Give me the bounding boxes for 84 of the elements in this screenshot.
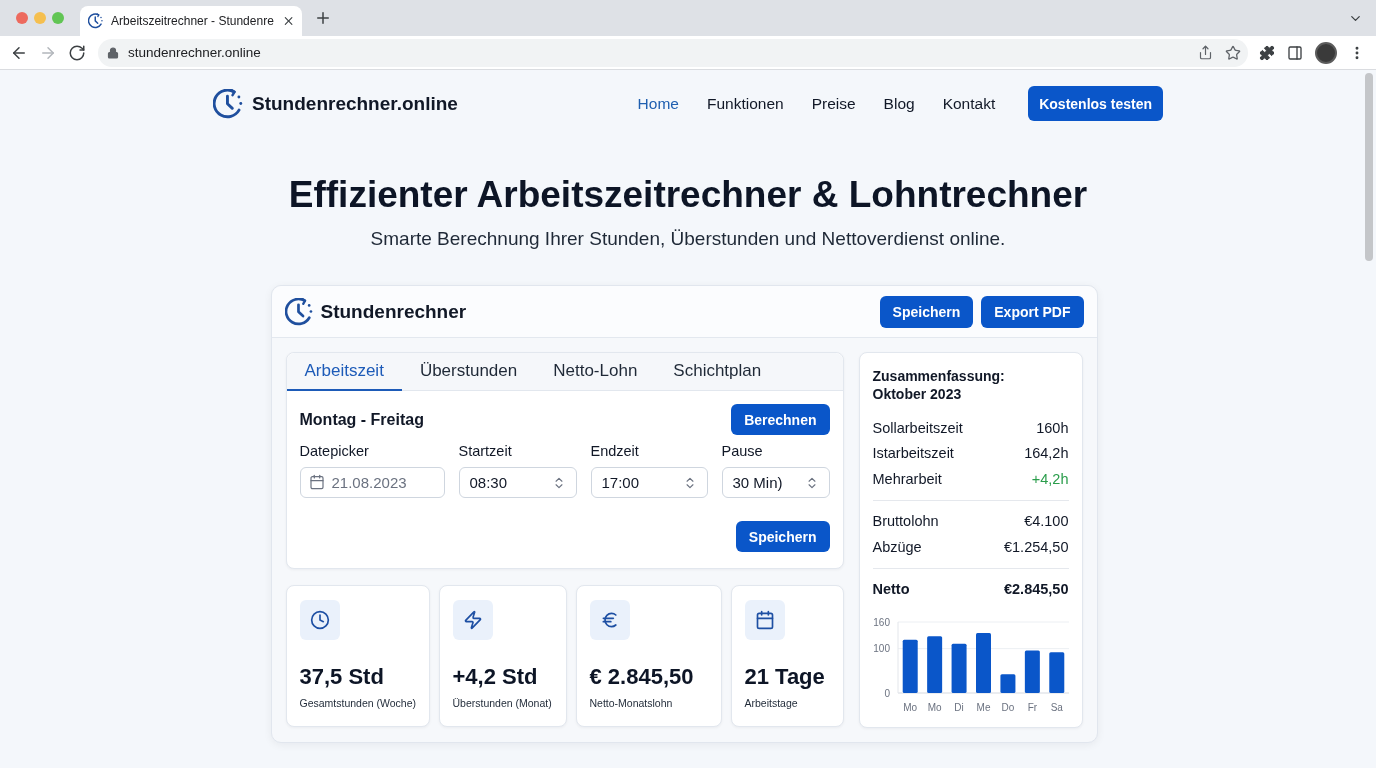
total-value: €2.845,50 bbox=[1004, 581, 1069, 598]
axis-tick-label: Fr bbox=[1027, 702, 1037, 713]
nav-link[interactable]: Home bbox=[637, 94, 679, 113]
calendar-icon bbox=[744, 600, 785, 640]
brand-name: Stundenrechner.online bbox=[252, 92, 458, 115]
stat-value: 21 Tage bbox=[744, 664, 826, 690]
browser-tab[interactable]: Arbeitszeitrechner - Stundenre bbox=[80, 6, 302, 36]
axis-tick-label: Me bbox=[976, 702, 990, 713]
avatar-icon[interactable] bbox=[1315, 41, 1337, 64]
stat-label: Netto-Monatslohn bbox=[589, 696, 674, 710]
cta-button[interactable]: Kostenlos testen bbox=[1028, 86, 1163, 121]
reload-icon[interactable] bbox=[68, 43, 86, 62]
tab[interactable]: Netto-Lohn bbox=[535, 353, 656, 391]
clock-logo-icon bbox=[213, 88, 243, 119]
field-label: Pause bbox=[721, 443, 764, 460]
summary-label: Abzüge bbox=[872, 538, 922, 555]
stat-label: Gesamtstunden (Woche) bbox=[299, 696, 416, 710]
stat-label: Überstunden (Monat) bbox=[452, 696, 553, 710]
field-label: Endzeit bbox=[590, 443, 640, 460]
chart-bar bbox=[975, 633, 991, 693]
calculate-button[interactable]: Berechnen bbox=[731, 404, 830, 435]
calendar-icon bbox=[308, 474, 325, 490]
summary-label: Mehrarbeit bbox=[872, 470, 942, 487]
lightning-icon bbox=[452, 600, 493, 640]
nav-link[interactable]: Preise bbox=[811, 94, 856, 113]
axis-tick-label: 0 bbox=[883, 687, 890, 699]
new-tab-icon[interactable] bbox=[314, 9, 332, 27]
date-field[interactable]: 21.08.2023 bbox=[299, 467, 445, 498]
card-title: Stundenrechner bbox=[320, 300, 468, 323]
side-panel-icon[interactable] bbox=[1287, 44, 1303, 61]
axis-tick-label: Do bbox=[1001, 702, 1014, 713]
select-field[interactable]: 17:00 bbox=[590, 467, 708, 498]
puzzle-icon[interactable] bbox=[1259, 44, 1275, 61]
summary-value: +4,2h bbox=[1031, 470, 1069, 487]
action-button[interactable]: Export PDF bbox=[981, 295, 1084, 328]
clock-logo-icon bbox=[88, 13, 104, 29]
summary-value: €1.254,50 bbox=[1004, 538, 1069, 555]
chart-bar bbox=[1048, 652, 1064, 693]
axis-tick-label: 160 bbox=[872, 616, 890, 628]
field-label: Startzeit bbox=[458, 443, 513, 460]
tab[interactable]: Arbeitszeit bbox=[286, 353, 402, 391]
chart-bar bbox=[999, 674, 1015, 693]
save-button[interactable]: Speichern bbox=[735, 521, 830, 552]
axis-tick-label: Sa bbox=[1050, 702, 1063, 713]
stat-label: Arbeitstage bbox=[744, 696, 799, 710]
summary-value: 160h bbox=[1036, 419, 1069, 436]
clock-icon bbox=[299, 600, 340, 640]
action-button[interactable]: Speichern bbox=[879, 295, 974, 328]
chart-bar bbox=[926, 636, 942, 693]
stat-value: € 2.845,50 bbox=[589, 664, 695, 690]
chart-bar bbox=[951, 643, 967, 693]
axis-tick-label: 100 bbox=[872, 643, 890, 655]
summary-value: 164,2h bbox=[1024, 445, 1069, 462]
total-label: Netto bbox=[872, 581, 910, 598]
hero-subtitle: Smarte Berechnung Ihrer Stunden, Überstunden und Nettoverdienst online. bbox=[369, 227, 1007, 251]
summary-value: €4.100 bbox=[1024, 513, 1069, 530]
summary-label: Istarbeitszeit bbox=[872, 445, 954, 462]
summary-label: Sollarbeitszeit bbox=[872, 419, 963, 436]
nav-link[interactable]: Blog bbox=[883, 94, 915, 113]
chart-bar bbox=[1024, 650, 1040, 693]
stat-value: 37,5 Std bbox=[299, 664, 385, 690]
tab[interactable]: Überstunden bbox=[401, 353, 536, 391]
field-label: Datepicker bbox=[299, 443, 370, 460]
summary-label: Bruttolohn bbox=[872, 513, 939, 530]
nav-link[interactable]: Kontakt bbox=[942, 94, 996, 113]
address-bar[interactable]: stundenrechner.online bbox=[98, 38, 1248, 67]
euro-icon bbox=[589, 600, 630, 640]
scrollbar-thumb[interactable] bbox=[1365, 73, 1373, 261]
section-heading: Montag - Freitag bbox=[299, 410, 424, 429]
select-field[interactable]: 08:30 bbox=[458, 467, 577, 498]
summary-title: Zusammenfassung: Oktober 2023 bbox=[872, 367, 1006, 403]
axis-tick-label: Mo bbox=[902, 702, 917, 713]
stat-value: +4,2 Std bbox=[452, 664, 539, 690]
chart-bar bbox=[902, 639, 918, 693]
lock-icon bbox=[107, 46, 119, 59]
tab[interactable]: Schichtplan bbox=[655, 353, 780, 391]
star-icon[interactable] bbox=[1225, 44, 1241, 61]
hero-title: Effizienter Arbeitszeitrechner & Lohntrechner bbox=[287, 173, 1089, 217]
axis-tick-label: Di bbox=[953, 702, 964, 713]
axis-tick-label: Mo bbox=[927, 702, 942, 713]
clock-logo-icon bbox=[284, 297, 313, 326]
share-icon[interactable] bbox=[1198, 45, 1213, 60]
nav-link[interactable]: Funktionen bbox=[706, 94, 784, 113]
select-field[interactable]: 30 Min) bbox=[721, 467, 830, 498]
